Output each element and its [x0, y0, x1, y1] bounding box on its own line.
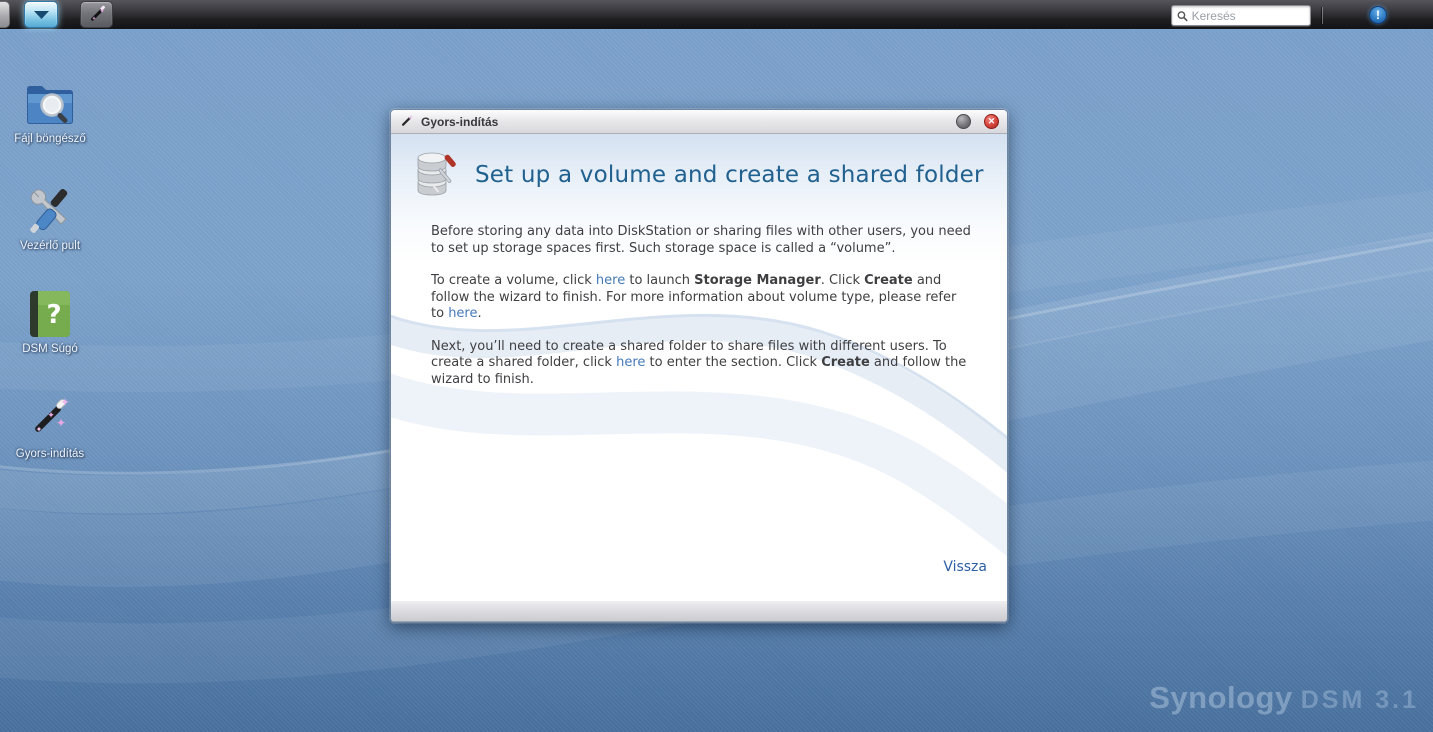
help-book-icon: ? [25, 289, 75, 339]
desktop-icon-quick-start[interactable]: ✦ ✦ ✦ ✦ Gyors-indítás [6, 394, 94, 461]
desktop-icon-label: Gyors-indítás [16, 448, 84, 461]
search-input[interactable] [1192, 9, 1305, 23]
taskbar-quick-start-button[interactable]: ✦ ✦ [80, 1, 113, 28]
text-segment: . Click [821, 273, 864, 288]
text-segment: to enter the section. Click [645, 355, 821, 370]
text-segment: to launch [625, 273, 694, 288]
instruction-text: Before storing any data into DiskStation… [431, 224, 971, 404]
notifications-info-icon[interactable]: ! [1369, 6, 1387, 24]
svg-text:✦: ✦ [36, 425, 43, 434]
magic-wand-icon: ✦ [399, 114, 414, 129]
desktop-icon-file-browser[interactable]: Fájl böngésző [6, 79, 94, 146]
watermark-brand: Synology [1149, 680, 1293, 716]
back-link[interactable]: Vissza [943, 559, 987, 575]
text-segment: . [477, 306, 481, 321]
svg-text:✦: ✦ [99, 8, 104, 15]
svg-text:✦: ✦ [56, 416, 66, 430]
text-segment: To create a volume, click [431, 273, 596, 288]
volume-disk-icon [413, 150, 457, 200]
desktop-icon-label: Vezérlő pult [20, 240, 80, 253]
top-taskbar: ✦ ✦ ! [0, 0, 1433, 31]
link-here-shared-folder[interactable]: here [616, 355, 645, 370]
text-segment: Before storing any data into DiskStation… [431, 224, 971, 256]
chevron-down-icon [33, 10, 50, 20]
minimize-button[interactable] [956, 114, 971, 129]
control-panel-icon [25, 186, 75, 236]
window-titlebar[interactable]: ✦ Gyors-indítás ✕ [391, 110, 1007, 134]
content-header: Set up a volume and create a shared fold… [413, 150, 984, 200]
desktop-icon-control-panel[interactable]: Vezérlő pult [6, 186, 94, 253]
content-heading: Set up a volume and create a shared fold… [475, 162, 984, 188]
magic-wand-icon: ✦ ✦ ✦ ✦ [25, 394, 75, 444]
paragraph-volume-intro: Before storing any data into DiskStation… [431, 224, 971, 257]
desktop-icon-label: Fájl böngésző [14, 133, 86, 146]
desktop-icon-dsm-help[interactable]: ? DSM Súgó [6, 289, 94, 356]
text-segment: Storage Manager [694, 273, 821, 288]
paragraph-shared-folder: Next, you’ll need to create a shared fol… [431, 339, 971, 389]
svg-text:✦: ✦ [60, 397, 69, 409]
link-here-volume-type[interactable]: here [448, 306, 477, 321]
paragraph-create-volume: To create a volume, click here to launch… [431, 273, 971, 323]
close-button[interactable]: ✕ [984, 114, 999, 129]
synology-dsm-watermark: Synology DSM 3.1 [1149, 680, 1419, 716]
file-browser-icon [25, 79, 75, 129]
text-segment: Create [864, 273, 913, 288]
magic-wand-icon: ✦ ✦ [87, 5, 107, 25]
window-footer [391, 600, 1007, 622]
window-title: Gyors-indítás [421, 115, 943, 129]
link-here-storage-manager[interactable]: here [596, 273, 625, 288]
text-segment: Create [821, 355, 870, 370]
quick-start-window: ✦ Gyors-indítás ✕ [390, 109, 1008, 623]
window-content: Set up a volume and create a shared fold… [391, 134, 1007, 600]
taskbar-partial-button[interactable] [0, 1, 10, 28]
svg-text:?: ? [46, 300, 61, 330]
search-icon [1177, 10, 1188, 22]
watermark-version: DSM 3.1 [1301, 686, 1419, 715]
svg-text:✦: ✦ [47, 410, 55, 420]
search-box [1171, 5, 1311, 26]
taskbar-divider [1322, 7, 1323, 24]
svg-text:✦: ✦ [91, 16, 95, 22]
desktop-icon-label: DSM Súgó [22, 343, 78, 356]
svg-text:✦: ✦ [408, 116, 412, 121]
dsm-desktop: Fájl böngésző Vezérlő pult ? [0, 0, 1433, 732]
main-menu-button[interactable] [24, 1, 58, 28]
